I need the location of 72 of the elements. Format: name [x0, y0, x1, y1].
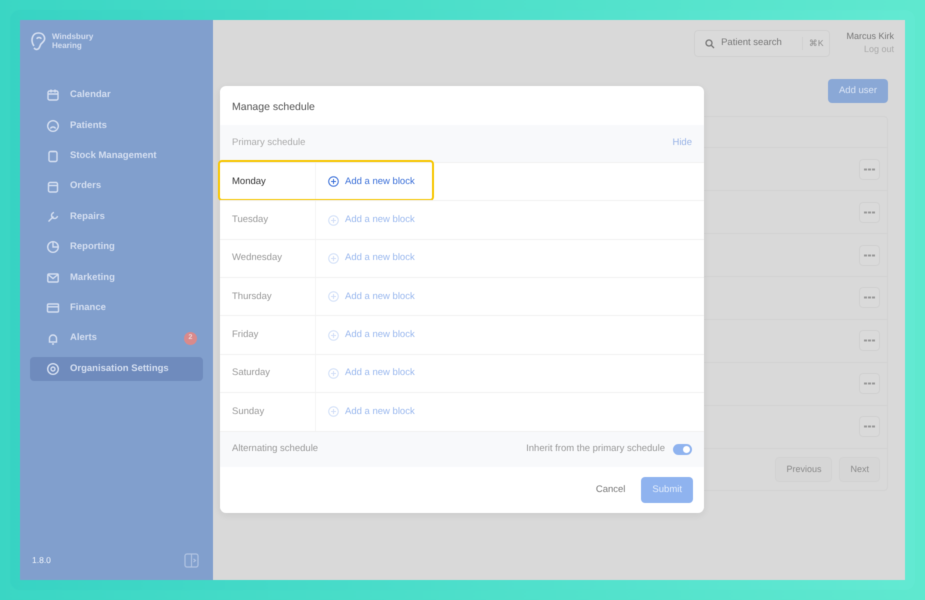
- card-icon: [46, 301, 60, 316]
- wrench-icon: [46, 210, 60, 224]
- day-label: Monday: [220, 162, 316, 200]
- shortcut-hint: ⌘K: [802, 37, 824, 50]
- modal-title: Manage schedule: [231, 100, 316, 115]
- next-button[interactable]: Next: [839, 456, 880, 482]
- add-block-link[interactable]: Add a new block: [316, 366, 415, 381]
- submit-button[interactable]: Submit: [641, 476, 693, 504]
- add-icon: [328, 252, 339, 264]
- clipboard-icon: [46, 149, 60, 164]
- sidebar-item[interactable]: Organisation Settings: [30, 356, 203, 381]
- more-icon: [864, 425, 875, 428]
- day-label: Wednesday: [220, 240, 316, 278]
- user-name: Marcus Kirk: [846, 30, 894, 43]
- more-icon: [864, 382, 875, 386]
- add-block-link[interactable]: Add a new block: [316, 174, 415, 189]
- more-options-button[interactable]: [859, 373, 880, 394]
- add-icon: [328, 214, 339, 226]
- more-icon: [864, 339, 875, 342]
- day-label: Friday: [220, 316, 316, 354]
- settings-icon: [46, 362, 60, 376]
- more-icon: [864, 168, 875, 171]
- day-label: Tuesday: [220, 201, 316, 239]
- add-user-button[interactable]: Add user: [828, 79, 888, 104]
- add-icon: [328, 368, 339, 379]
- hide-link[interactable]: Hide: [672, 136, 692, 150]
- cancel-button[interactable]: Cancel: [596, 482, 626, 498]
- section-label: Primary schedule: [232, 136, 306, 150]
- day-label: Saturday: [220, 354, 316, 392]
- calendar-icon: [46, 88, 60, 102]
- pie-chart-icon: [46, 240, 60, 254]
- sidebar-item[interactable]: Stock Management: [30, 144, 203, 168]
- day-label: Thursday: [220, 278, 316, 316]
- sidebar-item[interactable]: Calendar: [30, 83, 203, 108]
- add-block-link[interactable]: Add a new block: [316, 404, 415, 419]
- more-options-button[interactable]: [859, 202, 880, 223]
- add-icon: [328, 176, 339, 188]
- toggle-label: Inherit from the primary schedule: [526, 442, 665, 456]
- more-icon: [864, 254, 875, 257]
- more-icon: [864, 296, 875, 300]
- person-icon: [46, 118, 60, 133]
- logo-text: Windsbury: [52, 33, 94, 42]
- search-icon: [705, 38, 716, 48]
- sidebar-item[interactable]: Patients: [30, 114, 203, 138]
- bell-icon: [46, 332, 60, 346]
- more-options-button[interactable]: [859, 416, 880, 438]
- add-icon: [328, 291, 339, 302]
- version-text: 1.8.0: [32, 554, 51, 567]
- add-block-link[interactable]: Add a new block: [316, 212, 415, 228]
- collapse-sidebar-icon[interactable]: [184, 553, 199, 568]
- sidebar-item[interactable]: Reporting: [30, 235, 203, 260]
- sidebar-item[interactable]: Repairs: [30, 204, 203, 229]
- mail-icon: [46, 270, 60, 285]
- more-icon: [864, 210, 875, 214]
- search-field[interactable]: Patient search ⌘K: [694, 30, 830, 57]
- add-block-link[interactable]: Add a new block: [316, 251, 415, 266]
- toggle-switch[interactable]: [673, 444, 692, 455]
- sidebar-item[interactable]: Marketing: [30, 266, 203, 290]
- more-options-button[interactable]: [859, 244, 880, 266]
- more-options-button[interactable]: [859, 330, 880, 352]
- sidebar-item[interactable]: Finance: [30, 296, 203, 320]
- section-label: Alternating schedule: [232, 442, 318, 456]
- add-icon: [328, 406, 339, 418]
- logo-text: Hearing: [52, 42, 83, 51]
- add-block-link[interactable]: Add a new block: [316, 328, 415, 342]
- more-options-button[interactable]: [859, 158, 880, 180]
- more-options-button[interactable]: [859, 287, 880, 308]
- sidebar-item[interactable]: Orders: [30, 174, 203, 199]
- previous-button[interactable]: Previous: [775, 456, 832, 482]
- add-icon: [328, 330, 339, 341]
- add-block-link[interactable]: Add a new block: [316, 290, 415, 304]
- box-icon: [46, 180, 60, 194]
